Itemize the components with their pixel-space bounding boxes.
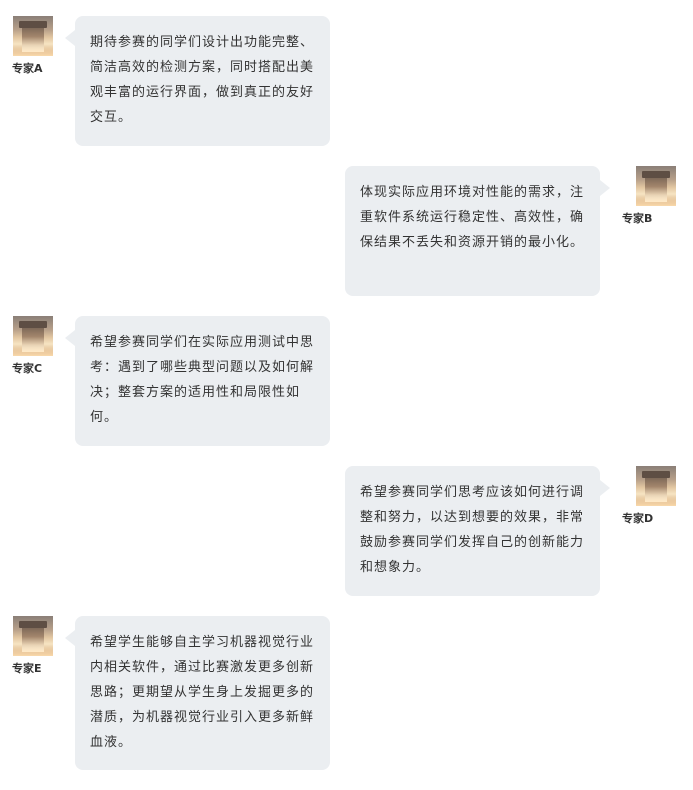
- message-row-expert-e: 专家E 希望学生能够自主学习机器视觉行业内相关软件，通过比赛激发更多创新思路；更…: [0, 615, 693, 775]
- message-row-expert-c: 专家C 希望参赛同学们在实际应用测试中思考：遇到了哪些典型问题以及如何解决；整套…: [0, 315, 693, 450]
- expert-b-avatar-icon: [636, 166, 676, 206]
- expert-c-avatar-icon: [13, 316, 53, 356]
- expert-d-message-bubble: 希望参赛同学们思考应该如何进行调整和努力，以达到想要的效果，非常鼓励参赛同学们发…: [345, 466, 610, 596]
- expert-e-name: 专家E: [12, 662, 42, 675]
- expert-d-name: 专家D: [622, 512, 654, 525]
- expert-b-message-bubble: 体现实际应用环境对性能的需求，注重软件系统运行稳定性、高效性，确保结果不丢失和资…: [345, 166, 610, 296]
- message-row-expert-a: 专家A 期待参赛的同学们设计出功能完整、简洁高效的检测方案，同时搭配出美观丰富的…: [0, 15, 693, 150]
- expert-c-name: 专家C: [12, 362, 43, 375]
- expert-b-name: 专家B: [622, 212, 653, 225]
- expert-a-avatar-icon: [13, 16, 53, 56]
- expert-e-avatar-icon: [13, 616, 53, 656]
- expert-a-name: 专家A: [12, 62, 43, 75]
- expert-c-message-bubble: 希望参赛同学们在实际应用测试中思考：遇到了哪些典型问题以及如何解决；整套方案的适…: [65, 316, 330, 446]
- message-row-expert-b: 体现实际应用环境对性能的需求，注重软件系统运行稳定性、高效性，确保结果不丢失和资…: [0, 165, 693, 300]
- expert-d-avatar-icon: [636, 466, 676, 506]
- expert-e-message-bubble: 希望学生能够自主学习机器视觉行业内相关软件，通过比赛激发更多创新思路；更期望从学…: [65, 616, 330, 770]
- expert-a-message-bubble: 期待参赛的同学们设计出功能完整、简洁高效的检测方案，同时搭配出美观丰富的运行界面…: [65, 16, 330, 146]
- message-row-expert-d: 希望参赛同学们思考应该如何进行调整和努力，以达到想要的效果，非常鼓励参赛同学们发…: [0, 465, 693, 600]
